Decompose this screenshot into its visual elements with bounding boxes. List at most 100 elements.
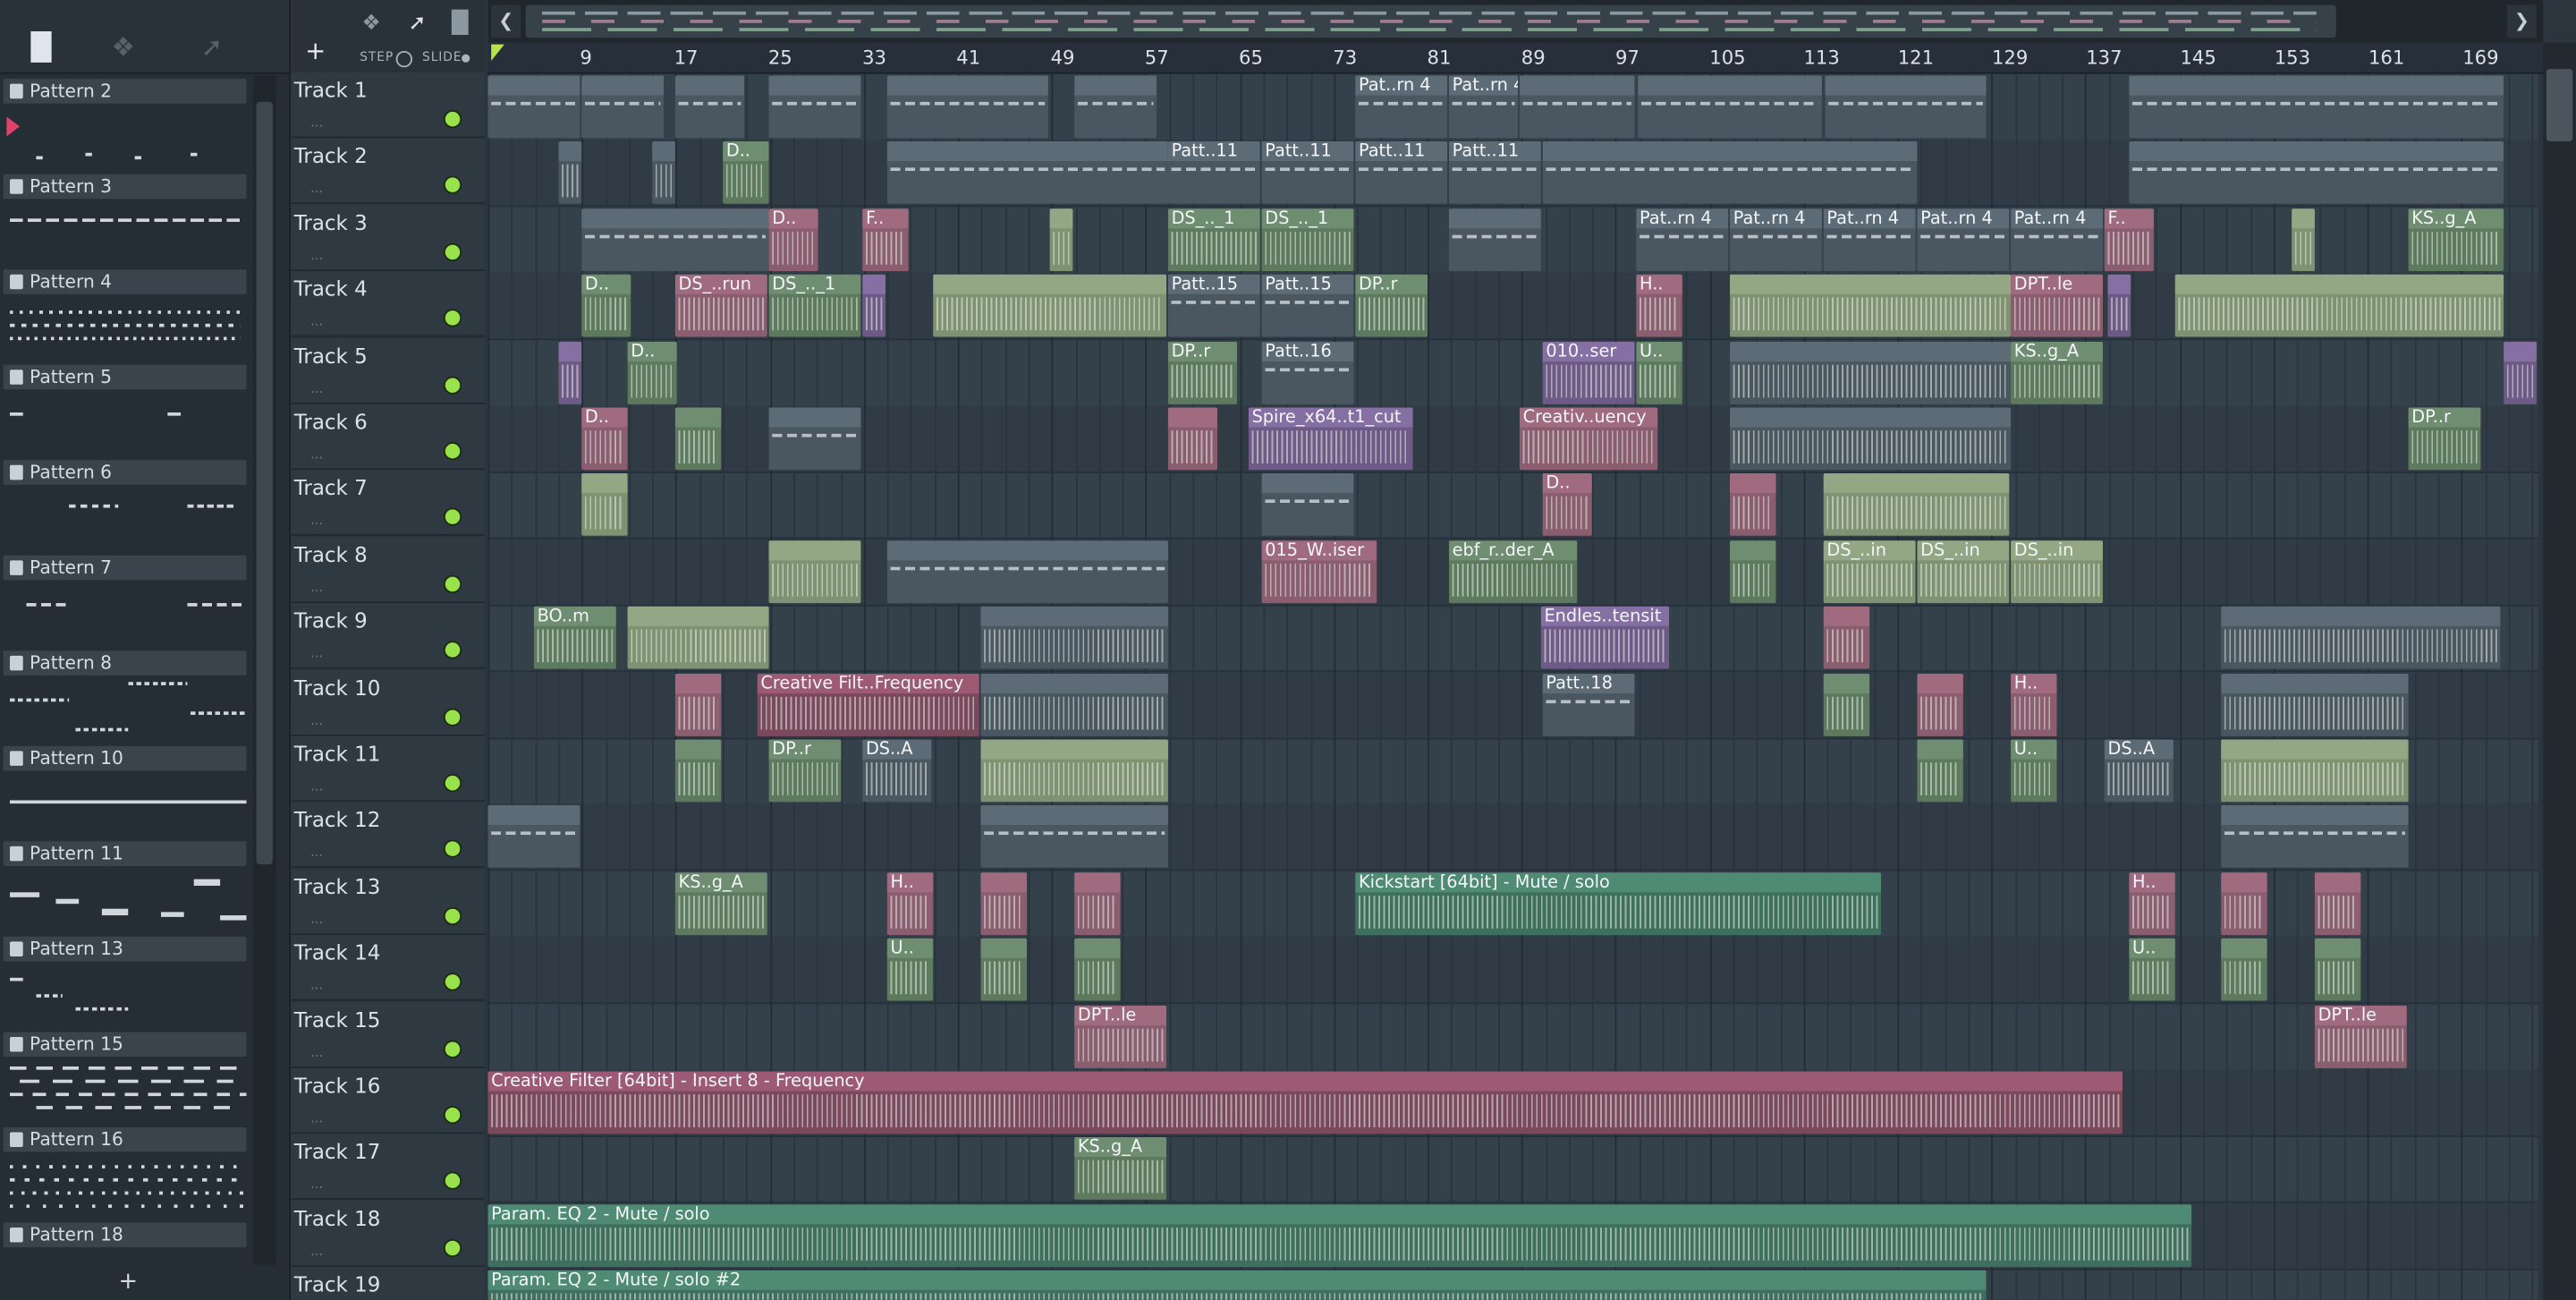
playlist-clip[interactable]: D.. bbox=[723, 141, 769, 205]
track-mute-led[interactable] bbox=[445, 709, 461, 725]
playlist-clip[interactable]: DP..r bbox=[768, 739, 842, 803]
playlist-clip[interactable] bbox=[1074, 939, 1121, 1001]
vertical-scroll-thumb[interactable] bbox=[2546, 69, 2573, 141]
playlist-clip[interactable] bbox=[2221, 607, 2501, 669]
playlist-clip[interactable] bbox=[768, 407, 861, 471]
playlist-clip[interactable]: Kickstart [64bit] - Mute / solo bbox=[1355, 871, 1882, 935]
playlist-clip[interactable]: Param. EQ 2 - Mute / solo bbox=[487, 1203, 2192, 1267]
playlist-clip[interactable]: H.. bbox=[886, 871, 934, 935]
playlist-clip[interactable] bbox=[2129, 141, 2504, 205]
playlist-clip[interactable] bbox=[487, 805, 580, 869]
playlist-clip[interactable]: DS_.._1 bbox=[1261, 208, 1354, 271]
picker-scroll-thumb[interactable] bbox=[256, 101, 273, 865]
playlist-clip[interactable]: DS_..run bbox=[674, 275, 767, 337]
playlist-clip[interactable]: DS_.._1 bbox=[1167, 208, 1260, 271]
playlist-clip[interactable]: Pat..rn 4 bbox=[1730, 208, 1822, 271]
playlist-clip[interactable]: Spire_x64..t1_cut bbox=[1248, 407, 1413, 471]
track-header[interactable]: Track 11... bbox=[291, 735, 485, 803]
playlist-clip[interactable]: Patt..11 bbox=[1448, 141, 1541, 205]
playlist-clip[interactable] bbox=[581, 75, 665, 139]
playlist-clip[interactable] bbox=[2292, 208, 2315, 271]
track-mute-led[interactable] bbox=[445, 510, 461, 525]
playlist-clip[interactable] bbox=[674, 75, 745, 139]
playlist-clip[interactable] bbox=[2221, 805, 2409, 869]
track-header[interactable]: Track 6... bbox=[291, 404, 485, 471]
track-header[interactable]: Track 9... bbox=[291, 603, 485, 669]
playlist-clip[interactable] bbox=[980, 739, 1168, 803]
playlist-clip[interactable] bbox=[1167, 407, 1217, 471]
automation-clip-icon[interactable]: ➚ bbox=[399, 8, 435, 38]
pattern-item[interactable]: Pattern 5 bbox=[3, 364, 250, 457]
playlist-clip[interactable]: Pat..rn 4 bbox=[1355, 75, 1448, 139]
step-toggle[interactable] bbox=[395, 50, 413, 68]
playlist-clip[interactable] bbox=[1823, 673, 1870, 736]
track-mute-led[interactable] bbox=[445, 642, 461, 658]
track-mute-led[interactable] bbox=[445, 842, 461, 857]
track-header[interactable]: Track 14... bbox=[291, 935, 485, 1001]
track-mute-led[interactable] bbox=[445, 908, 461, 923]
playlist-clip[interactable] bbox=[2221, 673, 2409, 736]
playlist-clip[interactable] bbox=[886, 141, 1168, 205]
playlist-clip[interactable] bbox=[2129, 75, 2504, 139]
playlist-clip[interactable]: H.. bbox=[1636, 275, 1682, 337]
playlist-clip[interactable]: U.. bbox=[2129, 939, 2175, 1001]
audio-clip-icon[interactable]: ❖ bbox=[353, 8, 389, 38]
track-lane[interactable] bbox=[487, 472, 2538, 540]
playlist-clip[interactable]: F.. bbox=[2104, 208, 2154, 271]
playlist-clip[interactable]: DS_.._1 bbox=[768, 275, 861, 337]
playlist-clip[interactable]: H.. bbox=[2011, 673, 2057, 736]
playlist-clip[interactable] bbox=[1917, 673, 1963, 736]
playlist-clip[interactable]: Pat..rn 4 bbox=[1448, 75, 1519, 139]
track-mute-led[interactable] bbox=[445, 1041, 461, 1057]
playlist-clip[interactable] bbox=[2174, 275, 2504, 337]
playlist-clip[interactable]: Pat..rn 4 bbox=[1823, 208, 1916, 271]
playlist-clip[interactable]: BO..m bbox=[533, 607, 616, 669]
track-header[interactable]: Track 19... bbox=[291, 1267, 485, 1300]
track-mute-led[interactable] bbox=[445, 244, 461, 259]
playlist-clip[interactable]: 010..ser bbox=[1542, 341, 1635, 404]
track-mute-led[interactable] bbox=[445, 576, 461, 591]
track-mute-led[interactable] bbox=[445, 111, 461, 127]
playlist-clip[interactable] bbox=[1074, 75, 1157, 139]
playlist-clip[interactable]: DPT..le bbox=[2011, 275, 2103, 337]
playlist-clip[interactable]: U.. bbox=[2011, 739, 2057, 803]
playlist-clip[interactable]: Endles..tensit bbox=[1540, 607, 1670, 669]
playlist-clip[interactable]: DPT..le bbox=[2314, 1005, 2407, 1068]
playlist-clip[interactable]: DS_..in bbox=[2011, 540, 2103, 603]
playlist-clip[interactable]: DP..r bbox=[1355, 275, 1428, 337]
pattern-item[interactable]: Pattern 13 bbox=[3, 936, 250, 1029]
track-mute-led[interactable] bbox=[445, 775, 461, 791]
playlist-clip[interactable]: DPT..le bbox=[1074, 1005, 1167, 1068]
playlist-clip[interactable]: Pat..rn 4 bbox=[1917, 208, 2010, 271]
playlist-clip[interactable] bbox=[2504, 341, 2537, 404]
track-mute-led[interactable] bbox=[445, 310, 461, 327]
playlist-clip[interactable] bbox=[1825, 75, 1987, 139]
track-header[interactable]: Track 7... bbox=[291, 471, 485, 537]
playlist-clip[interactable] bbox=[933, 275, 1167, 337]
playlist-clip[interactable]: U.. bbox=[1636, 341, 1682, 404]
playlist-clip[interactable] bbox=[980, 805, 1168, 869]
pattern-item[interactable]: Pattern 4 bbox=[3, 269, 250, 361]
playlist-clip[interactable] bbox=[1261, 473, 1354, 537]
playlist-clip[interactable]: DP..r bbox=[2408, 407, 2481, 471]
track-header[interactable]: Track 12... bbox=[291, 803, 485, 869]
playlist-clip[interactable] bbox=[1917, 739, 1963, 803]
track-mute-led[interactable] bbox=[445, 1240, 461, 1255]
playlist-clip[interactable] bbox=[1730, 407, 2012, 471]
playlist-clip[interactable] bbox=[2221, 871, 2267, 935]
track-mute-led[interactable] bbox=[445, 377, 461, 393]
playlist-clip[interactable]: Pat..rn 4 bbox=[2011, 208, 2103, 271]
playlist-clip[interactable] bbox=[1074, 871, 1121, 935]
playlist-clip[interactable] bbox=[886, 540, 1168, 603]
scroll-right-button[interactable]: ❯ bbox=[2506, 4, 2537, 38]
pattern-clip-icon[interactable]: █ bbox=[442, 8, 478, 38]
playlist-clip[interactable] bbox=[768, 75, 861, 139]
playlist-clip[interactable]: Param. EQ 2 - Mute / solo #2 bbox=[487, 1270, 1987, 1300]
playlist-clip[interactable] bbox=[2107, 275, 2131, 337]
pattern-item[interactable]: Pattern 2 bbox=[3, 79, 250, 171]
track-header[interactable]: Track 16... bbox=[291, 1067, 485, 1134]
track-header[interactable]: Track 10... bbox=[291, 669, 485, 736]
playhead-icon[interactable] bbox=[491, 44, 504, 61]
playlist-clip[interactable]: Patt..11 bbox=[1167, 141, 1260, 205]
track-mute-led[interactable] bbox=[445, 178, 461, 193]
